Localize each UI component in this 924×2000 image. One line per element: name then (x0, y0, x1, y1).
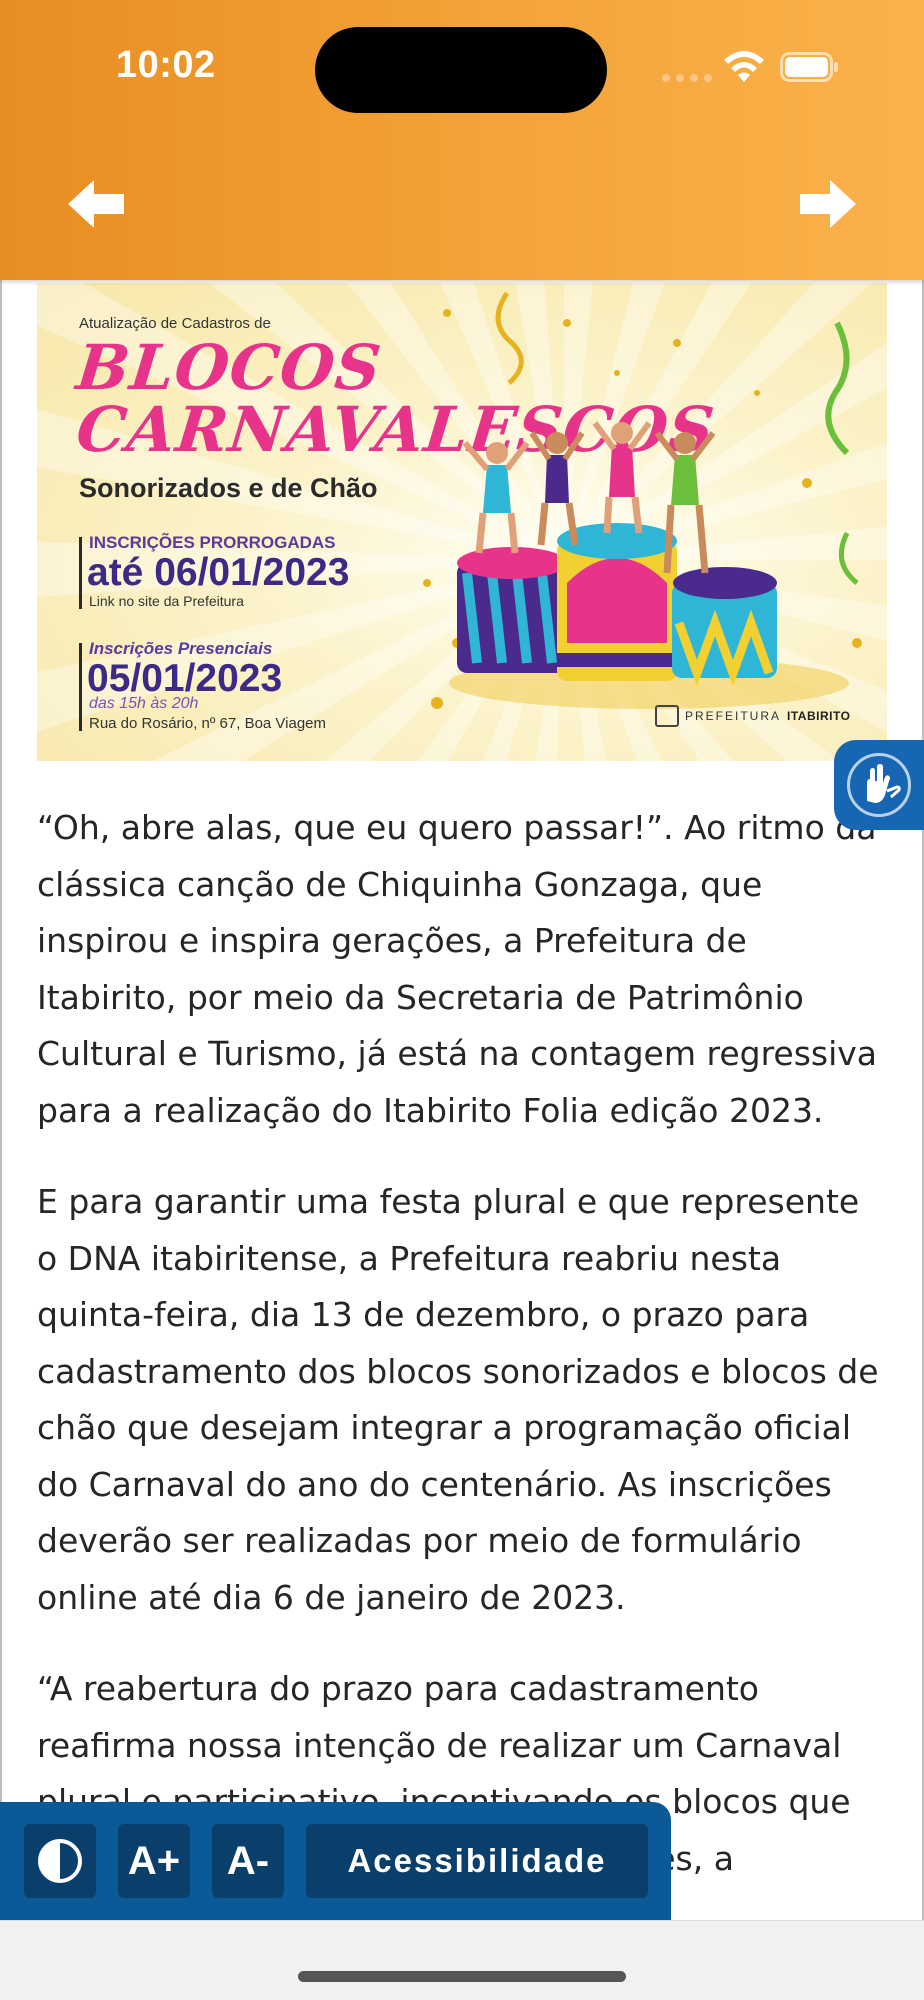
banner-address: Rua do Rosário, nº 67, Boa Viagem (89, 715, 327, 732)
libras-sign-language-button[interactable] (834, 740, 924, 830)
carnival-banner-image: Atualização de Cadastros de BLOCOS CARNA… (37, 283, 887, 761)
sign-language-hands-icon (847, 753, 911, 817)
banner-presencial-hours: das 15h às 20h (89, 695, 199, 712)
bottom-safe-area (0, 1920, 924, 2000)
banner-link-note: Link no site da Prefeitura (89, 593, 244, 609)
banner-divider (79, 643, 82, 731)
app-header: 10:02 (0, 0, 924, 280)
status-time: 10:02 (116, 44, 216, 86)
home-indicator[interactable] (298, 1971, 626, 1982)
logo-name: ITABIRITO (787, 709, 851, 723)
carnival-drums-illustration (423, 291, 862, 709)
banner-deadline: até 06/01/2023 (87, 551, 350, 594)
article-paragraph: E para garantir uma festa plural e que r… (37, 1182, 879, 1617)
dynamic-island (315, 27, 607, 113)
article-body: “Oh, abre alas, que eu quero passar!”. A… (37, 800, 887, 1922)
arrow-left-icon[interactable] (66, 176, 126, 232)
prefeitura-logo: PREFEITURA ITABIRITO (655, 705, 850, 727)
banner-small-heading: Atualização de Cadastros de (79, 315, 271, 332)
contrast-toggle-button[interactable] (24, 1824, 96, 1898)
wifi-icon (724, 51, 764, 82)
banner-presencial-label: Inscrições Presenciais (89, 639, 273, 658)
battery-icon (780, 52, 838, 82)
accessibility-toolbar: A+ A- Acessibilidade (0, 1802, 671, 1920)
logo-prefix: PREFEITURA (685, 709, 782, 723)
increase-font-button[interactable]: A+ (118, 1824, 190, 1898)
coat-of-arms-icon (655, 705, 679, 727)
article-paragraph: “Oh, abre alas, que eu quero passar!”. A… (37, 808, 878, 1130)
accessibility-menu-button[interactable]: Acessibilidade (306, 1824, 648, 1898)
contrast-icon (38, 1839, 82, 1883)
banner-divider (79, 537, 82, 609)
cellular-signal-icon (662, 74, 712, 82)
page-border (0, 280, 2, 1920)
arrow-right-icon[interactable] (798, 176, 858, 232)
banner-inscricoes-label: INSCRIÇÕES PRORROGADAS (89, 533, 336, 552)
banner-subtitle: Sonorizados e de Chão (79, 473, 378, 503)
banner-title-line1: BLOCOS (73, 331, 386, 404)
decrease-font-button[interactable]: A- (212, 1824, 284, 1898)
